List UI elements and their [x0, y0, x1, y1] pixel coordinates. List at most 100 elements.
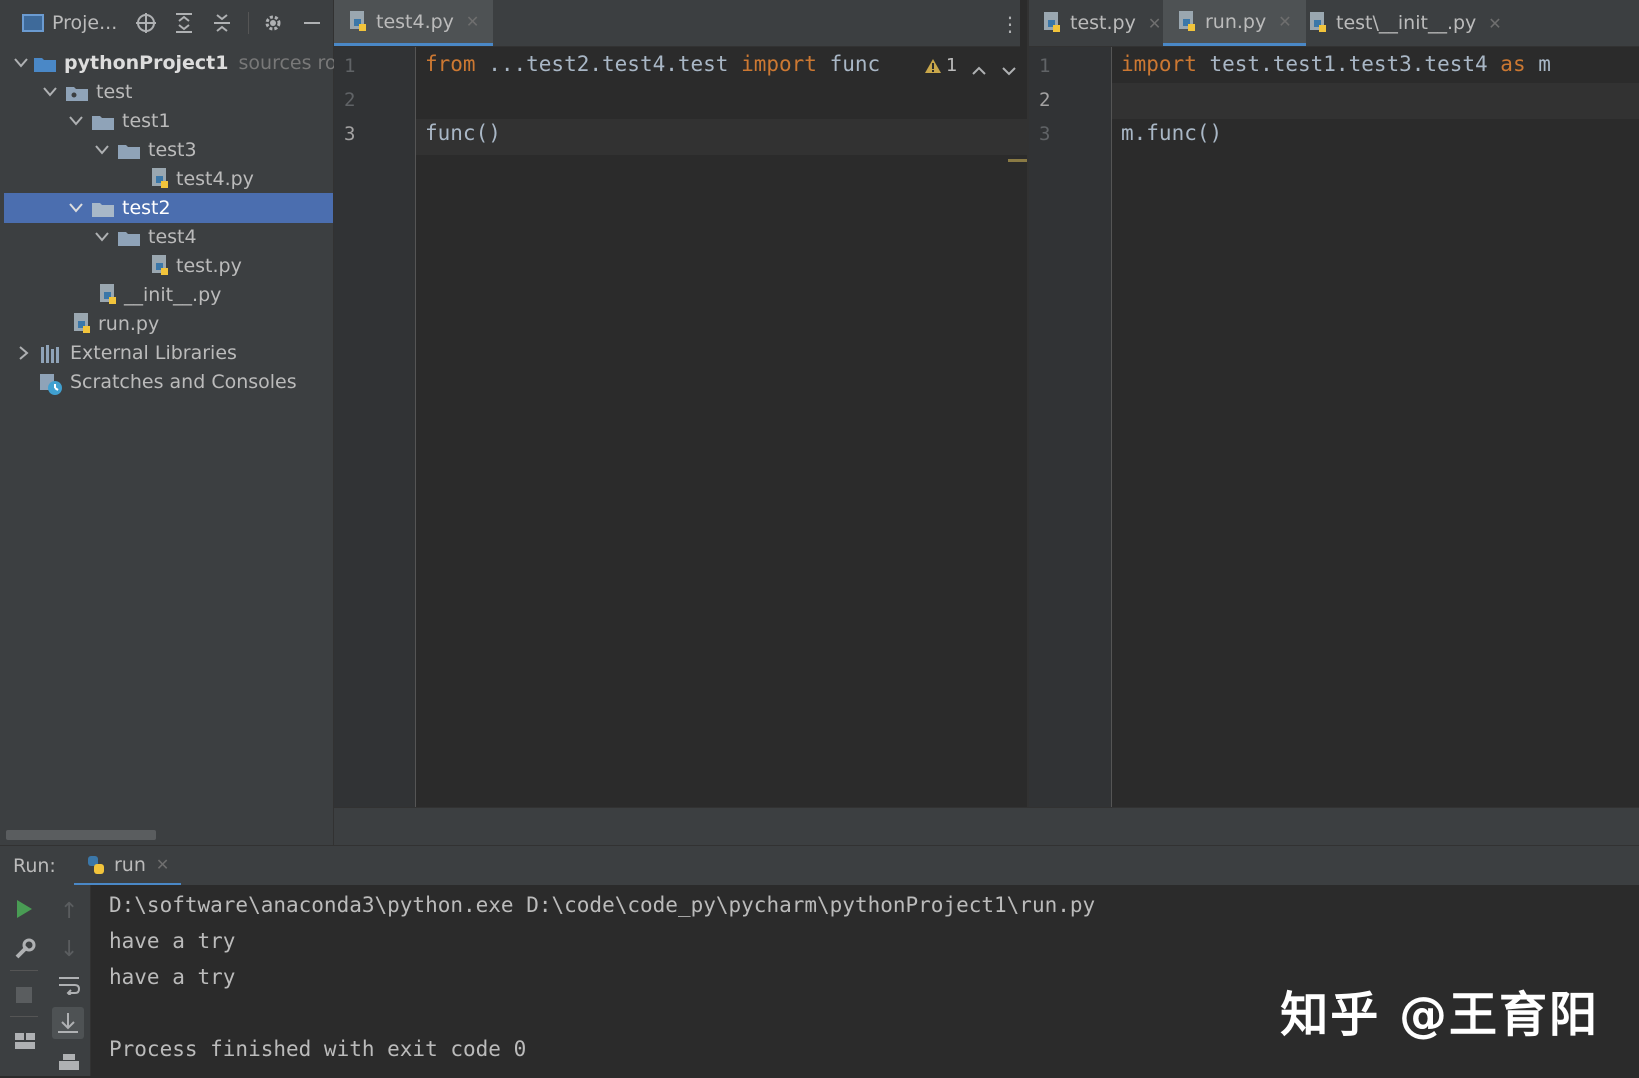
locate-file-icon[interactable] — [133, 10, 159, 36]
folder-icon — [34, 55, 56, 72]
close-icon[interactable]: ✕ — [466, 12, 479, 31]
current-line-highlight — [1112, 83, 1639, 119]
tab-label: test\__init__.py — [1336, 12, 1477, 34]
chevron-up-icon[interactable] — [972, 59, 986, 81]
run-toolbar-secondary: ↑ ↓ — [48, 885, 91, 1076]
arrow-down-icon[interactable]: ↓ — [60, 937, 78, 962]
tab-label: run.py — [1205, 10, 1267, 33]
close-icon[interactable]: ✕ — [1148, 14, 1161, 33]
tree-item-label: run.py — [98, 313, 160, 335]
tree-item-label: External Libraries — [70, 342, 237, 364]
soft-wrap-icon[interactable] — [57, 975, 81, 1000]
project-panel-title[interactable]: Proje... — [52, 12, 117, 34]
tree-item-test1[interactable]: test1 — [4, 106, 333, 136]
tree-item-test[interactable]: test — [4, 77, 333, 107]
warning-icon[interactable] — [924, 57, 942, 79]
python-file-icon — [1308, 12, 1328, 34]
run-panel-header: Run: run ✕ — [0, 845, 1639, 886]
wrench-icon[interactable] — [14, 938, 36, 965]
chevron-down-icon[interactable] — [66, 111, 86, 131]
python-icon — [86, 855, 106, 875]
python-file-icon — [150, 168, 170, 190]
code-line-3: func() — [425, 121, 501, 145]
print-icon[interactable] — [57, 1053, 81, 1078]
tree-item-test-py[interactable]: test.py — [4, 251, 333, 281]
code-text: m — [1525, 52, 1551, 76]
line-number: 2 — [344, 89, 356, 111]
project-view-icon[interactable] — [22, 14, 44, 32]
chevron-down-icon[interactable] — [66, 198, 86, 218]
chevron-down-icon[interactable] — [1002, 59, 1016, 81]
layout-icon[interactable] — [14, 1032, 36, 1055]
scratches-icon — [40, 374, 62, 395]
keyword-from: from — [425, 52, 476, 76]
console-line: Process finished with exit code 0 — [109, 1037, 527, 1061]
library-icon — [40, 345, 62, 363]
minimize-icon[interactable] — [299, 10, 325, 36]
watermark: 知乎 @王育阳 — [1280, 987, 1599, 1043]
more-tabs-icon[interactable]: ⋮ — [1000, 12, 1020, 36]
tree-item-run-py[interactable]: run.py — [4, 309, 333, 339]
line-number: 1 — [1039, 55, 1051, 77]
tree-item-scratches[interactable]: Scratches and Consoles — [4, 367, 333, 397]
toolbar-divider — [248, 12, 249, 34]
close-icon[interactable]: ✕ — [156, 855, 169, 874]
tree-item-label: test4 — [148, 226, 197, 248]
chevron-down-icon[interactable] — [92, 140, 112, 160]
line-number: 3 — [1039, 123, 1051, 145]
warning-stripe-marker[interactable] — [1008, 159, 1028, 162]
python-file-icon — [1042, 12, 1062, 34]
folder-icon — [92, 200, 114, 217]
gear-icon[interactable] — [260, 10, 286, 36]
package-folder-icon — [66, 84, 88, 101]
arrow-up-icon[interactable]: ↑ — [60, 899, 78, 924]
chevron-down-icon[interactable] — [14, 53, 28, 73]
tree-item-init-py[interactable]: __init__.py — [4, 280, 333, 310]
code-line-1: from ...test2.test4.test import func — [425, 52, 880, 76]
tree-item-label: test2 — [122, 197, 171, 219]
expand-all-icon[interactable] — [171, 10, 197, 36]
right-editor-tabbar: test.py ✕ run.py ✕ test\__init__.py ✕ — [1028, 0, 1639, 47]
console-line: have a try — [109, 965, 236, 989]
chevron-down-icon[interactable] — [92, 227, 112, 247]
right-gutter — [1029, 47, 1112, 807]
chevron-right-icon[interactable] — [14, 343, 34, 363]
code-text: m.func() — [1121, 121, 1223, 145]
keyword-as: as — [1500, 52, 1526, 76]
python-file-icon — [348, 10, 368, 33]
python-file-icon — [1177, 10, 1197, 33]
tree-item-label: test1 — [122, 110, 171, 132]
collapse-all-icon[interactable] — [209, 10, 235, 36]
play-icon[interactable] — [15, 899, 33, 924]
right-editor[interactable]: 1 2 3 import test.test1.test3.test4 as m… — [1029, 47, 1639, 807]
tab-run-py[interactable]: run.py ✕ — [1163, 0, 1306, 46]
scroll-to-end-button[interactable] — [52, 1007, 84, 1039]
tree-item-test2[interactable]: test2 — [4, 193, 333, 223]
tab-label: test.py — [1070, 12, 1136, 34]
keyword-import: import — [741, 52, 817, 76]
tree-item-external-libraries[interactable]: External Libraries — [4, 338, 333, 368]
left-editor[interactable]: 1 2 3 from ...test2.test4.test import fu… — [334, 47, 1028, 807]
close-icon[interactable]: ✕ — [1278, 12, 1291, 31]
project-toolbar: Proje... — [0, 0, 333, 46]
tree-item-test4-py[interactable]: test4.py — [4, 164, 333, 194]
stop-icon[interactable] — [16, 987, 32, 1003]
code-line-3: m.func() — [1121, 121, 1222, 145]
tab-init-py[interactable]: test\__init__.py ✕ — [1294, 0, 1516, 46]
editor-bottom-strip — [334, 807, 1639, 846]
tree-item-label: Scratches and Consoles — [70, 371, 297, 393]
tab-test4-py[interactable]: test4.py ✕ — [334, 0, 494, 46]
toolbar-divider — [10, 1016, 38, 1017]
run-label: Run: — [13, 855, 56, 877]
tree-item-pythonproject1[interactable]: pythonProject1 sources root, — [4, 48, 362, 78]
warning-count[interactable]: 1 — [946, 55, 957, 76]
run-tab-label: run — [114, 853, 146, 876]
tab-run[interactable]: run ✕ — [74, 846, 182, 886]
tree-item-test4[interactable]: test4 — [4, 222, 333, 252]
chevron-down-icon[interactable] — [40, 82, 60, 102]
tab-test-py[interactable]: test.py ✕ — [1028, 0, 1175, 46]
close-icon[interactable]: ✕ — [1488, 14, 1501, 33]
tree-item-test3[interactable]: test3 — [4, 135, 333, 165]
code-text: test.test1.test3.test4 — [1196, 52, 1501, 76]
horizontal-scrollbar[interactable] — [6, 830, 156, 840]
